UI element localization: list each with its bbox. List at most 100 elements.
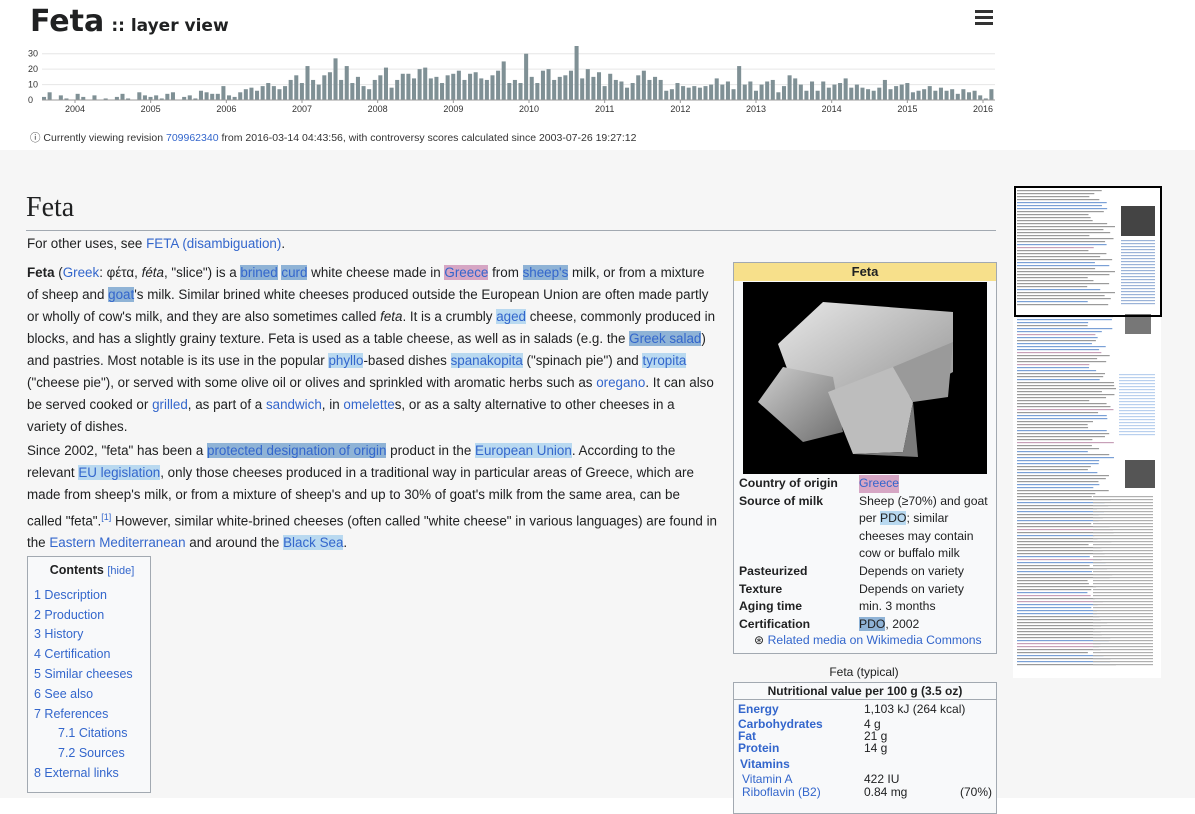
chart-bar [927, 86, 932, 100]
chart-bar [681, 86, 686, 100]
chart-bar [210, 93, 215, 100]
minimap-text-line [1017, 583, 1089, 585]
minimap-text-line [1017, 517, 1103, 519]
commons-link-row: ⊛ Related media on Wikimedia Commons [754, 633, 982, 647]
chart-bar [910, 92, 915, 100]
toc-item[interactable]: 4 Certification [34, 647, 110, 661]
minimap-text-line [1119, 386, 1155, 388]
minimap-text-line [1017, 490, 1109, 492]
minimap-image [1121, 206, 1155, 236]
minimap-text-line [1093, 529, 1153, 531]
chart-bar [781, 86, 787, 100]
chart-bar [596, 72, 602, 100]
minimap-text-line [1093, 538, 1153, 540]
chart-bar [496, 70, 501, 100]
minimap-text-line [1017, 391, 1102, 393]
minimap-text-line [1093, 589, 1153, 591]
commons-link[interactable]: Related media on Wikimedia Commons [768, 633, 982, 647]
minimap-text-line [1119, 410, 1155, 412]
chart-bar [697, 87, 702, 100]
toc-item[interactable]: 5 Similar cheeses [34, 667, 133, 681]
toc-title: Contents [49, 563, 104, 577]
disambiguation-link[interactable]: FETA (disambiguation) [146, 236, 281, 251]
minimap-text-line [1093, 508, 1153, 510]
toc-item[interactable]: 1 Description [34, 588, 107, 602]
feta-cheese-image[interactable] [743, 282, 987, 474]
page-minimap[interactable] [1013, 186, 1161, 678]
chart-bar [703, 86, 708, 100]
toc-subitem[interactable]: 7.2 Sources [58, 746, 125, 760]
minimap-text-line [1093, 496, 1153, 498]
minimap-text-line [1017, 643, 1101, 645]
nutrition-table: Nutritional value per 100 g (3.5 oz) Ene… [733, 682, 997, 814]
minimap-text-line [1093, 517, 1153, 519]
chart-bar [832, 84, 837, 100]
hatnote-end: . [281, 236, 286, 251]
chart-bar [568, 70, 573, 100]
minimap-text-line [1119, 380, 1155, 382]
minimap-text-line [1093, 643, 1153, 645]
minimap-text-line [1119, 401, 1155, 403]
chart-bar [922, 89, 927, 100]
infobox-rows: Country of origin Greece Source of milk Sh… [739, 475, 991, 633]
lead-paragraph-2: Since 2002, "feta" has been a protected … [27, 443, 718, 551]
minimap-text-line [1017, 481, 1099, 483]
chart-bar [535, 83, 540, 100]
toc-subitem[interactable]: 7.1 Citations [58, 726, 127, 740]
minimap-text-line [1093, 514, 1153, 516]
chart-x-tick-label: 2010 [519, 104, 539, 114]
minimap-text-line [1093, 586, 1153, 588]
chart-bar [905, 83, 910, 100]
minimap-text-line [1119, 413, 1155, 415]
minimap-text-line [1017, 283, 1110, 285]
toc-item[interactable]: 3 History [34, 627, 83, 641]
minimap-text-line [1017, 550, 1103, 552]
minimap-text-line [1093, 499, 1153, 501]
chart-bar [641, 70, 646, 100]
minimap-text-line [1017, 496, 1092, 498]
minimap-text-line [1017, 382, 1114, 384]
minimap-text-line [1093, 562, 1153, 564]
minimap-text-line [1121, 249, 1155, 251]
minimap-text-line [1017, 385, 1115, 387]
toc-hide-link[interactable]: [hide] [107, 565, 134, 577]
lead-paragraph-1: Feta (Greek: φέτα, féta, "slice") is a b… [27, 265, 716, 434]
minimap-text-line [1017, 208, 1108, 210]
minimap-text-line [1017, 613, 1097, 615]
revision-activity-chart[interactable]: 30201002004 2005 2006 2007 2008 2009 2010 2011 2… [0, 38, 1000, 124]
chart-x-tick-label: 2007 [292, 104, 312, 114]
minimap-text-line [1017, 652, 1088, 654]
minimap-text-line [1017, 235, 1090, 237]
minimap-text-line [1017, 289, 1101, 291]
chart-bar [378, 75, 383, 100]
chart-bar [540, 70, 545, 100]
chart-x-tick-label: 2014 [822, 104, 842, 114]
minimap-text-line [1121, 303, 1155, 305]
toc-item[interactable]: 6 See also [34, 687, 93, 701]
chart-x-tick-label: 2008 [368, 104, 388, 114]
infobox: Feta Country of origin Greece Source of m… [733, 262, 997, 654]
minimap-text-line [1093, 580, 1153, 582]
chart-bar [361, 86, 366, 100]
hamburger-menu-icon[interactable] [975, 10, 993, 26]
toc-item[interactable]: 2 Production [34, 608, 104, 622]
chart-bar [776, 92, 781, 100]
minimap-text-line [1093, 661, 1153, 663]
minimap-text-line [1017, 466, 1091, 468]
toc-item[interactable]: 7 References [34, 707, 108, 721]
minimap-text-line [1093, 640, 1153, 642]
toc-item[interactable]: 8 External links [34, 766, 119, 780]
chart-bar [333, 58, 338, 100]
minimap-text-line [1017, 421, 1094, 423]
chart-bar [266, 83, 271, 100]
minimap-text-line [1119, 383, 1155, 385]
chart-bar [299, 83, 304, 100]
minimap-text-line [1119, 395, 1155, 397]
chart-bar [653, 76, 658, 100]
chart-y-tick-label: 0 [28, 95, 33, 105]
chart-bar [882, 79, 887, 100]
minimap-text-line [1017, 337, 1098, 339]
minimap-text-line [1093, 616, 1153, 618]
revision-link[interactable]: 709962340 [166, 132, 219, 144]
chart-bar [271, 86, 276, 100]
